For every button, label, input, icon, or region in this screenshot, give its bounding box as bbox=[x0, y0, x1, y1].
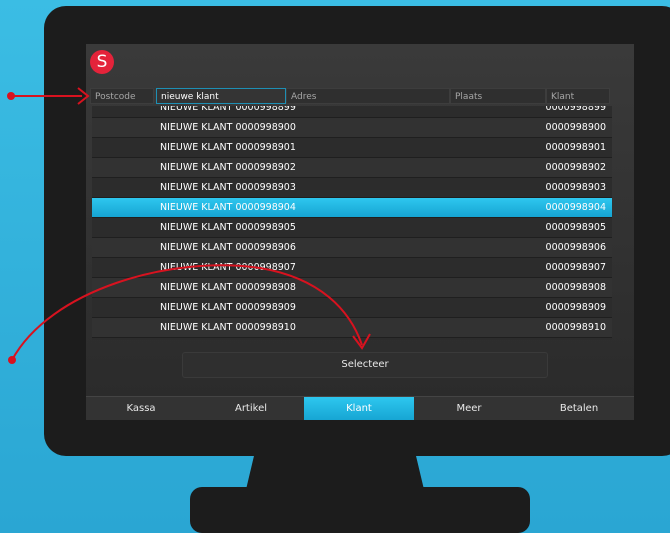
select-button[interactable]: Selecteer bbox=[182, 352, 548, 378]
customer-name: NIEUWE KLANT 0000998908 bbox=[160, 282, 296, 293]
customer-number: 0000998911 bbox=[546, 338, 606, 340]
tab-artikel[interactable]: Artikel bbox=[196, 397, 306, 420]
customer-number: 0000998903 bbox=[545, 182, 606, 193]
customer-row[interactable]: NIEUWE KLANT 0000998906 0000998906 bbox=[92, 238, 612, 258]
address-field[interactable]: Adres bbox=[286, 88, 450, 104]
customer-row[interactable]: NIEUWE KLANT 0000998902 0000998902 bbox=[92, 158, 612, 178]
tab-klant[interactable]: Klant bbox=[304, 397, 414, 420]
customer-name: NIEUWE KLANT 0000998909 bbox=[160, 302, 296, 313]
customer-row[interactable]: NIEUWE KLANT 0000998900 0000998900 bbox=[92, 118, 612, 138]
customer-row[interactable]: NIEUWE KLANT 0000998908 0000998908 bbox=[92, 278, 612, 298]
customer-number: 0000998906 bbox=[545, 242, 606, 253]
name-search-input[interactable]: nieuwe klant bbox=[156, 88, 286, 104]
customer-row[interactable]: NIEUWE KLANT 0000998910 0000998910 bbox=[92, 318, 612, 338]
customer-number: 0000998907 bbox=[545, 262, 606, 273]
customer-number: 0000998904 bbox=[545, 202, 606, 213]
app-logo-icon: S bbox=[90, 50, 114, 74]
customer-row[interactable]: NIEUWE KLANT 0000998904 0000998904 bbox=[92, 198, 612, 218]
customer-name: NIEUWE KLANT 0000998904 bbox=[160, 202, 296, 213]
customer-name: NIEUWE KLANT 0000998900 bbox=[160, 122, 296, 133]
customer-name: NIEUWE KLANT 0000998902 bbox=[160, 162, 296, 173]
customer-number: 0000998899 bbox=[545, 106, 606, 113]
customer-row[interactable]: NIEUWE KLANT 0000998905 0000998905 bbox=[92, 218, 612, 238]
tab-meer[interactable]: Meer bbox=[414, 397, 524, 420]
customer-row[interactable]: NIEUWE KLANT 0000998907 0000998907 bbox=[92, 258, 612, 278]
customer-row[interactable]: NIEUWE KLANT 0000998901 0000998901 bbox=[92, 138, 612, 158]
customer-number: 0000998901 bbox=[545, 142, 606, 153]
customer-name: NIEUWE KLANT 0000998899 bbox=[160, 106, 296, 113]
bottom-tab-bar: Kassa Artikel Klant Meer Betalen bbox=[86, 396, 634, 420]
search-row: Postcode nieuwe klant Adres Plaats Klant… bbox=[86, 88, 634, 118]
customer-row[interactable]: NIEUWE KLANT 0000998903 0000998903 bbox=[92, 178, 612, 198]
city-field[interactable]: Plaats bbox=[450, 88, 546, 104]
customer-number: 0000998902 bbox=[545, 162, 606, 173]
customer-name: NIEUWE KLANT 0000998910 bbox=[160, 322, 296, 333]
customer-number: 0000998908 bbox=[545, 282, 606, 293]
customer-name: NIEUWE KLANT 0000998911 bbox=[160, 338, 296, 340]
pos-screen: S Postcode nieuwe klant Adres Plaats Kla… bbox=[86, 44, 634, 420]
customer-name: NIEUWE KLANT 0000998903 bbox=[160, 182, 296, 193]
customer-name: NIEUWE KLANT 0000998906 bbox=[160, 242, 296, 253]
customer-number: 0000998909 bbox=[545, 302, 606, 313]
postcode-field[interactable]: Postcode bbox=[90, 88, 154, 104]
customer-number: 0000998910 bbox=[545, 322, 606, 333]
customer-row[interactable]: NIEUWE KLANT 0000998911 0000998911 bbox=[92, 338, 612, 340]
customer-number-field[interactable]: Klant nummer bbox=[546, 88, 610, 118]
monitor-stand-base bbox=[190, 487, 530, 533]
customer-list: NIEUWE KLANT 0000998899 0000998899 NIEUWE … bbox=[92, 106, 612, 340]
customer-name: NIEUWE KLANT 0000998905 bbox=[160, 222, 296, 233]
customer-row[interactable]: NIEUWE KLANT 0000998909 0000998909 bbox=[92, 298, 612, 318]
customer-name: NIEUWE KLANT 0000998901 bbox=[160, 142, 296, 153]
customer-name: NIEUWE KLANT 0000998907 bbox=[160, 262, 296, 273]
tab-betalen[interactable]: Betalen bbox=[524, 397, 634, 420]
customer-number: 0000998905 bbox=[545, 222, 606, 233]
customer-row[interactable]: NIEUWE KLANT 0000998899 0000998899 bbox=[92, 106, 612, 118]
customer-number: 0000998900 bbox=[545, 122, 606, 133]
tab-kassa[interactable]: Kassa bbox=[86, 397, 196, 420]
